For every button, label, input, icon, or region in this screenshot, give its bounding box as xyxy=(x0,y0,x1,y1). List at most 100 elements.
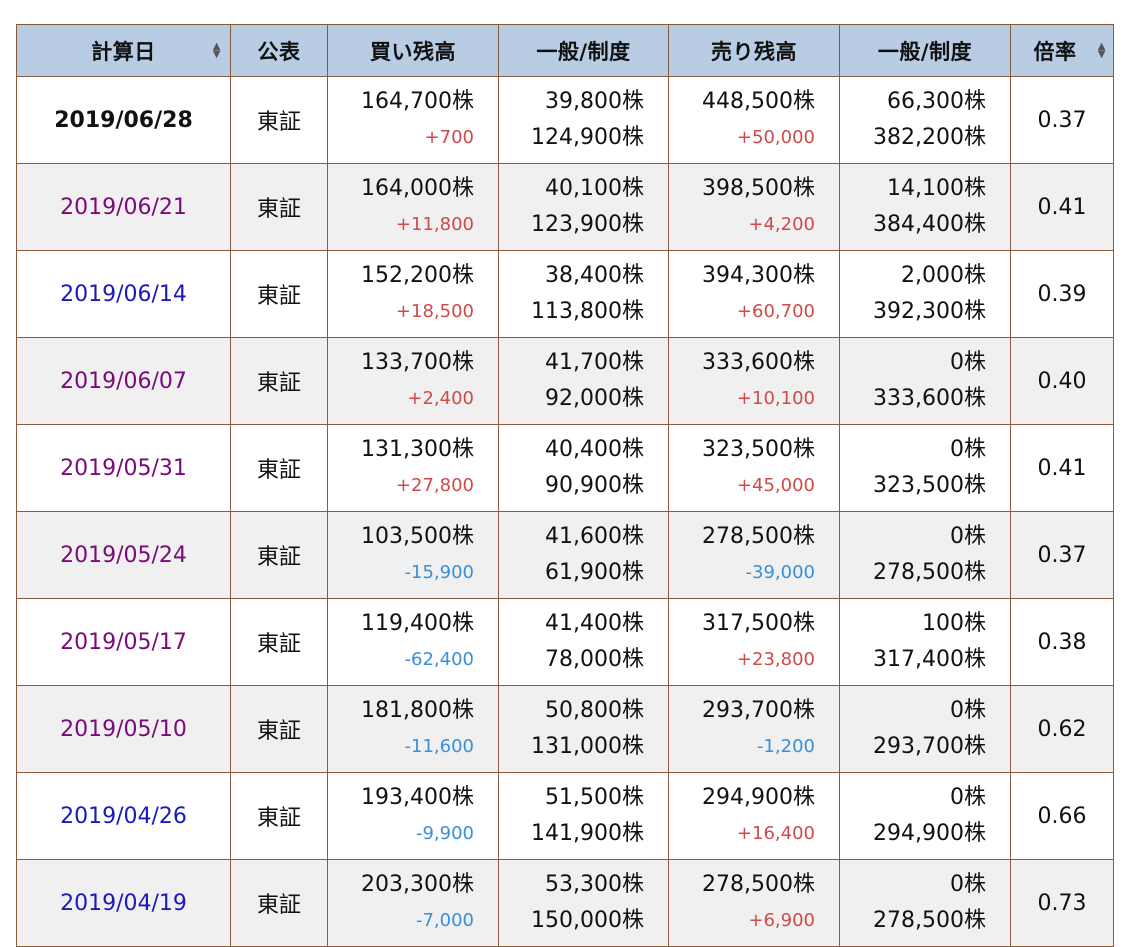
sell-type-cell: 100株 317,400株 xyxy=(839,598,1011,686)
buy-balance-cell: 164,000株 +11,800 xyxy=(327,163,499,251)
ratio-cell: 0.41 xyxy=(1010,424,1114,512)
publisher-cell: 東証 xyxy=(230,685,328,773)
ratio-cell: 0.39 xyxy=(1010,250,1114,338)
column-header-date-label: 計算日 xyxy=(91,39,156,64)
ratio-cell: 0.62 xyxy=(1010,685,1114,773)
buy-balance-cell: 119,400株 -62,400 xyxy=(327,598,499,686)
table-row: 2019/05/17 東証 119,400株 -62,400 41,400株 78,000… xyxy=(16,598,1114,686)
buy-system-value: 131,000株 xyxy=(531,734,644,759)
sell-type-cell: 0株 333,600株 xyxy=(839,337,1011,425)
buy-system-value: 92,000株 xyxy=(545,386,644,411)
buy-change-value: -15,900 xyxy=(404,562,474,583)
buy-balance-value: 164,000株 xyxy=(361,176,474,201)
sort-icon[interactable]: ▲ ▼ xyxy=(213,41,221,59)
buy-change-value: -7,000 xyxy=(415,910,474,931)
ratio-cell: 0.37 xyxy=(1010,76,1114,164)
sell-system-value: 392,300株 xyxy=(873,299,986,324)
date-link[interactable]: 2019/05/24 xyxy=(16,511,231,599)
sell-system-value: 278,500株 xyxy=(873,908,986,933)
sell-balance-value: 394,300株 xyxy=(702,263,815,288)
sell-change-value: +45,000 xyxy=(736,475,815,496)
current-date-cell: 2019/06/28 xyxy=(16,76,231,164)
buy-type-cell: 50,800株 131,000株 xyxy=(498,685,669,773)
date-link[interactable]: 2019/05/31 xyxy=(16,424,231,512)
table-row: 2019/06/28 東証 164,700株 +700 39,800株 124,900株 4… xyxy=(16,76,1114,164)
sell-change-value: +6,900 xyxy=(748,910,815,931)
ratio-cell: 0.37 xyxy=(1010,511,1114,599)
sell-type-cell: 0株 278,500株 xyxy=(839,511,1011,599)
ratio-cell: 0.66 xyxy=(1010,772,1114,860)
buy-type-cell: 40,100株 123,900株 xyxy=(498,163,669,251)
date-link[interactable]: 2019/05/10 xyxy=(16,685,231,773)
date-link[interactable]: 2019/06/14 xyxy=(16,250,231,338)
sell-system-value: 293,700株 xyxy=(873,734,986,759)
sell-system-value: 333,600株 xyxy=(873,386,986,411)
buy-change-value: +11,800 xyxy=(395,214,474,235)
buy-balance-value: 203,300株 xyxy=(361,872,474,897)
sell-balance-value: 293,700株 xyxy=(702,698,815,723)
table-header-row: 計算日 ▲ ▼ 公表 買い残高 一般/制度 売り残高 一般/制度 倍率 ▲ ▼ xyxy=(16,24,1114,77)
sell-change-value: +60,700 xyxy=(736,301,815,322)
buy-change-value: -9,900 xyxy=(415,823,474,844)
buy-balance-value: 133,700株 xyxy=(361,350,474,375)
date-link[interactable]: 2019/05/17 xyxy=(16,598,231,686)
column-header-date[interactable]: 計算日 ▲ ▼ xyxy=(16,24,231,77)
buy-balance-value: 181,800株 xyxy=(361,698,474,723)
sell-balance-value: 278,500株 xyxy=(702,872,815,897)
buy-system-value: 141,900株 xyxy=(531,821,644,846)
sell-balance-value: 398,500株 xyxy=(702,176,815,201)
buy-system-value: 78,000株 xyxy=(545,647,644,672)
sell-system-value: 294,900株 xyxy=(873,821,986,846)
buy-type-cell: 41,600株 61,900株 xyxy=(498,511,669,599)
buy-general-value: 50,800株 xyxy=(545,698,644,723)
column-header-sell: 売り残高 xyxy=(668,24,840,77)
date-link[interactable]: 2019/06/07 xyxy=(16,337,231,425)
column-header-ratio[interactable]: 倍率 ▲ ▼ xyxy=(1010,24,1114,77)
sell-balance-cell: 333,600株 +10,100 xyxy=(668,337,840,425)
table-row: 2019/05/24 東証 103,500株 -15,900 41,600株 61,900… xyxy=(16,511,1114,599)
date-link[interactable]: 2019/06/21 xyxy=(16,163,231,251)
sell-general-value: 14,100株 xyxy=(887,176,986,201)
buy-system-value: 90,900株 xyxy=(545,473,644,498)
buy-balance-cell: 103,500株 -15,900 xyxy=(327,511,499,599)
table-row: 2019/06/14 東証 152,200株 +18,500 38,400株 113,80… xyxy=(16,250,1114,338)
sell-system-value: 317,400株 xyxy=(873,647,986,672)
buy-balance-cell: 164,700株 +700 xyxy=(327,76,499,164)
publisher-cell: 東証 xyxy=(230,76,328,164)
buy-general-value: 38,400株 xyxy=(545,263,644,288)
sell-balance-cell: 398,500株 +4,200 xyxy=(668,163,840,251)
sell-system-value: 382,200株 xyxy=(873,125,986,150)
sort-icon[interactable]: ▲ ▼ xyxy=(1098,41,1106,59)
buy-general-value: 40,100株 xyxy=(545,176,644,201)
sell-general-value: 0株 xyxy=(950,698,986,723)
ratio-cell: 0.41 xyxy=(1010,163,1114,251)
date-link[interactable]: 2019/04/19 xyxy=(16,859,231,947)
sell-general-value: 2,000株 xyxy=(901,263,986,288)
publisher-cell: 東証 xyxy=(230,250,328,338)
sell-balance-value: 294,900株 xyxy=(702,785,815,810)
publisher-cell: 東証 xyxy=(230,772,328,860)
date-link[interactable]: 2019/04/26 xyxy=(16,772,231,860)
column-header-sell-type: 一般/制度 xyxy=(839,24,1011,77)
table-row: 2019/04/19 東証 203,300株 -7,000 53,300株 150,000… xyxy=(16,859,1114,947)
buy-type-cell: 40,400株 90,900株 xyxy=(498,424,669,512)
buy-type-cell: 41,400株 78,000株 xyxy=(498,598,669,686)
sell-balance-cell: 448,500株 +50,000 xyxy=(668,76,840,164)
buy-change-value: -11,600 xyxy=(404,736,474,757)
sell-general-value: 0株 xyxy=(950,872,986,897)
buy-general-value: 41,700株 xyxy=(545,350,644,375)
publisher-cell: 東証 xyxy=(230,163,328,251)
buy-type-cell: 41,700株 92,000株 xyxy=(498,337,669,425)
buy-balance-value: 164,700株 xyxy=(361,89,474,114)
sell-general-value: 0株 xyxy=(950,437,986,462)
sell-general-value: 0株 xyxy=(950,785,986,810)
buy-balance-value: 119,400株 xyxy=(361,611,474,636)
column-header-pub: 公表 xyxy=(230,24,328,77)
buy-general-value: 41,600株 xyxy=(545,524,644,549)
sell-type-cell: 2,000株 392,300株 xyxy=(839,250,1011,338)
sell-type-cell: 0株 278,500株 xyxy=(839,859,1011,947)
sell-balance-cell: 317,500株 +23,800 xyxy=(668,598,840,686)
column-header-ratio-label: 倍率 xyxy=(1033,39,1077,64)
sell-system-value: 384,400株 xyxy=(873,212,986,237)
buy-system-value: 61,900株 xyxy=(545,560,644,585)
